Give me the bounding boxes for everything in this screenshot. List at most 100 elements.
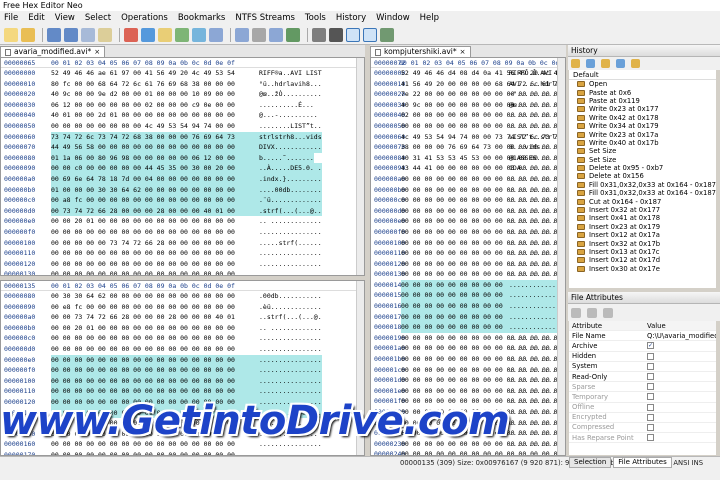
history-item[interactable]: Paste at 0x6 [569, 88, 716, 97]
hex-row[interactable]: 000000f0 00 00 00 00 00 00 00 00 00 00 00… [1, 227, 364, 238]
row-hex-bytes[interactable]: 41 56 49 20 00 00 00 00 68 64 72 6c 61 7… [401, 79, 561, 90]
row-hex-bytes[interactable]: 00 00 00 00 00 00 00 00 00 00 00 00 00 0… [51, 333, 256, 344]
hex-row[interactable]: 00000090 00 00 c0 00 00 00 00 00 44 45 35… [1, 163, 364, 174]
apply-icon[interactable] [571, 307, 581, 318]
hex-row[interactable]: 00000090 00 e8 fc 00 00 00 00 00 00 00 00… [1, 302, 364, 313]
hex-row[interactable]: 000001e0 00 00 00 00 00 00 00 00 00 00 00… [371, 386, 565, 397]
row-ascii[interactable]: °ü..hdrlavih8... [256, 79, 322, 90]
history-item[interactable]: Write 0x23 at 0x177 [569, 105, 716, 113]
history-item[interactable]: Open [569, 80, 716, 88]
history-item[interactable]: Paste at 0x119 [569, 97, 716, 105]
hex-row[interactable]: 0000018000 00 00 00 00 00 00 00 00 00 00… [371, 322, 565, 333]
copy-icon[interactable] [81, 27, 95, 42]
binary-icon[interactable] [329, 27, 343, 42]
hex-row[interactable]: 00000240 00 00 00 00 00 00 00 00 00 00 00… [371, 449, 565, 455]
menu-bookmarks[interactable]: Bookmarks [178, 13, 226, 23]
new-file-icon[interactable] [4, 27, 18, 42]
row-ascii[interactable]: ................ [256, 259, 322, 270]
hex-row[interactable]: 000000d0 00 00 00 00 00 00 00 00 00 00 00… [1, 344, 364, 355]
row-ascii[interactable]: ................ [256, 333, 322, 344]
row-hex-bytes[interactable]: 00 00 00 00 00 00 00 00 00 00 00 00 00 0… [401, 333, 561, 344]
hex-row[interactable]: 000001a0 00 00 00 00 00 00 00 00 00 00 00… [371, 343, 565, 354]
hex-row[interactable]: 000001c0 00 00 00 00 00 00 00 00 00 00 00… [371, 365, 565, 376]
row-hex-bytes[interactable]: 00 00 00 00 00 00 00 00 00 00 00 00 00 0… [401, 290, 561, 302]
hex-row[interactable]: 000000e0 00 00 00 00 00 00 00 00 00 00 00… [371, 216, 565, 227]
history-item[interactable]: Insert 0x12 at 0x17a [569, 231, 716, 239]
row-hex-bytes[interactable]: 00 00 00 00 00 00 00 00 00 00 00 00 00 0… [401, 227, 561, 238]
row-hex-bytes[interactable]: 00 00 00 00 00 00 00 00 00 00 00 00 00 0… [401, 121, 561, 132]
hex-row[interactable]: 00000030 40 9c 00 00 00 00 00 00 00 00 00… [371, 100, 565, 111]
row-ascii[interactable]: DIVX............ [256, 142, 322, 153]
attribute-checkbox[interactable] [647, 383, 654, 391]
hex-row[interactable]: 000000c0 00 00 00 00 00 00 00 00 00 00 00… [1, 333, 364, 344]
row-hex-bytes[interactable]: 80 fc 00 00 68 64 72 6c 61 76 69 68 38 0… [51, 79, 256, 90]
vertical-scrollbar[interactable] [557, 58, 565, 455]
hex-row[interactable]: 00000060 73 74 72 6c 73 74 72 68 38 00 00… [1, 131, 364, 143]
row-ascii[interactable]: .strf(...(...@.. [256, 205, 322, 217]
undo-history-icon[interactable] [571, 59, 580, 68]
hex-row[interactable]: 000000a0 00 69 6e 64 78 18 7d 00 04 00 00… [1, 173, 364, 185]
row-ascii[interactable]: ........LIST”t.. [256, 121, 322, 132]
history-item[interactable]: Write 0x34 at 0x179 [569, 122, 716, 130]
row-hex-bytes[interactable]: 00 00 00 00 00 00 00 00 00 00 00 00 00 0… [51, 375, 256, 387]
hex-row[interactable]: 00000090 43 44 41 00 00 00 00 00 00 00 00… [371, 163, 565, 174]
row-hex-bytes[interactable]: 4c 49 53 54 94 74 00 00 73 74 72 6c 73 7… [401, 132, 561, 143]
history-item[interactable]: Insert 0x32 at 0x17b [569, 239, 716, 248]
hex-row[interactable]: 00000020 7e 22 00 00 00 00 00 00 00 00 00… [371, 89, 565, 100]
row-hex-bytes[interactable]: 01 00 00 00 30 30 64 62 00 00 00 00 00 0… [51, 184, 256, 196]
row-hex-bytes[interactable]: 73 74 72 6c 73 74 72 68 38 00 00 00 76 6… [51, 131, 256, 143]
hex-row[interactable]: 00000080 00 30 30 64 62 00 00 00 00 00 00… [1, 291, 364, 302]
hex-row[interactable]: 000001b0 00 00 00 00 00 00 00 00 00 00 00… [371, 354, 565, 365]
row-hex-bytes[interactable]: 00 00 20 01 00 00 00 00 00 00 00 00 00 0… [51, 216, 256, 227]
hex-row[interactable]: 00000080 01 1a 06 00 80 96 98 00 00 00 00… [1, 152, 364, 164]
hex-row[interactable]: 00000130 00 00 00 00 00 00 00 00 00 00 00… [1, 269, 364, 275]
file-name-value[interactable]: Q:\U\avaria_modified [647, 332, 716, 340]
compare-icon[interactable] [363, 27, 377, 42]
hex-row[interactable]: 00000040 40 01 00 00 2d 01 00 00 00 00 00… [1, 110, 364, 121]
attribute-checkbox[interactable] [647, 393, 654, 401]
hex-row[interactable]: 00000110 00 00 00 00 00 00 00 00 00 00 00… [1, 248, 364, 259]
row-hex-bytes[interactable]: 00 00 00 00 00 00 00 00 00 00 00 00 00 0… [51, 344, 256, 355]
row-hex-bytes[interactable]: 00 00 00 00 00 00 00 00 00 00 00 00 00 0… [51, 248, 256, 259]
row-hex-bytes[interactable]: 00 00 00 00 00 00 00 00 00 00 00 00 00 0… [401, 375, 561, 386]
row-hex-bytes[interactable]: 52 49 46 46 ae 61 97 00 41 56 49 20 4c 4… [51, 68, 256, 79]
save-icon[interactable] [47, 27, 61, 42]
row-ascii[interactable]: .indx.}......... [256, 173, 322, 185]
row-hex-bytes[interactable]: 00 00 20 01 00 00 00 00 00 00 00 00 00 0… [51, 323, 256, 334]
row-hex-bytes[interactable]: 38 00 00 00 76 69 64 73 00 00 00 00 00 0… [401, 142, 561, 153]
hex-row[interactable]: 000001d0 00 00 00 00 00 00 00 00 00 00 00… [371, 375, 565, 386]
row-hex-bytes[interactable]: 00 00 73 74 72 66 28 00 00 00 28 00 00 0… [51, 312, 256, 323]
row-ascii[interactable]: ..strf(...(...@. [256, 312, 322, 323]
hex-row[interactable]: 00000120 00 00 00 00 00 00 00 00 00 00 00… [371, 259, 565, 270]
row-hex-bytes[interactable]: 00 a8 fc 00 00 00 00 00 00 00 00 00 00 0… [51, 195, 256, 206]
side-tab-selection[interactable]: Selection [569, 456, 612, 468]
row-hex-bytes[interactable]: 00 00 00 00 00 00 00 00 00 00 00 00 00 0… [401, 259, 561, 270]
attribute-checkbox[interactable] [647, 423, 654, 431]
history-item[interactable]: Set Size [569, 147, 716, 155]
history-item[interactable]: Write 0x23 at 0x17a [569, 130, 716, 139]
row-hex-bytes[interactable]: 00 00 00 00 00 00 00 00 4c 49 53 54 94 7… [51, 121, 256, 132]
menu-select[interactable]: Select [85, 13, 111, 23]
row-ascii[interactable]: @œ..žÒ.......... [256, 89, 322, 100]
tab-avaria-modified[interactable]: avaria_modified.avi* × [0, 46, 106, 57]
hex-tools-icon[interactable] [312, 27, 326, 42]
hex-row[interactable]: 000000e0 00 00 20 01 00 00 00 00 00 00 00… [1, 216, 364, 227]
row-ascii[interactable]: .. ............. [256, 323, 322, 334]
row-hex-bytes[interactable]: 00 00 00 00 00 00 00 00 00 00 00 00 00 0… [401, 301, 561, 312]
row-hex-bytes[interactable]: 00 00 00 00 00 00 00 00 00 00 00 00 00 0… [401, 195, 561, 206]
hex-row[interactable]: 000000d0 00 73 74 72 66 28 00 00 00 28 00… [1, 205, 364, 217]
attribute-checkbox[interactable] [647, 362, 654, 370]
open-file-icon[interactable] [21, 27, 35, 42]
row-hex-bytes[interactable]: 52 49 46 46 d4 08 d4 0a 41 56 49 20 4c 4… [401, 68, 561, 79]
hex-row[interactable]: 00000070 44 49 56 58 00 00 00 00 00 00 00… [1, 142, 364, 153]
row-hex-bytes[interactable]: 00 00 00 00 00 00 00 00 00 00 00 00 00 0… [51, 386, 256, 397]
row-hex-bytes[interactable]: 00 00 00 00 00 00 00 00 00 00 00 00 00 0… [401, 216, 561, 227]
vertical-scrollbar[interactable] [356, 58, 364, 275]
attribute-checkbox[interactable] [647, 352, 654, 360]
row-ascii[interactable]: ....00db........ [256, 184, 322, 196]
hex-row[interactable]: 00000100 00 00 00 00 00 00 00 00 00 00 00… [1, 375, 364, 387]
row-hex-bytes[interactable]: 00 00 00 00 00 00 00 00 00 00 00 00 00 0… [401, 343, 561, 354]
history-item[interactable]: Insert 0x13 at 0x17c [569, 248, 716, 256]
history-tab-default[interactable]: Default [569, 70, 716, 80]
merge-branch-icon[interactable] [616, 59, 625, 68]
